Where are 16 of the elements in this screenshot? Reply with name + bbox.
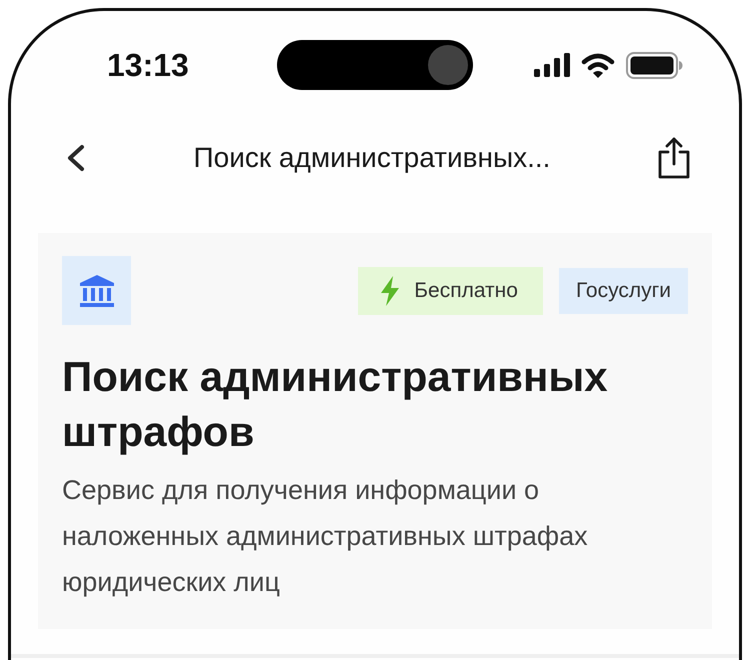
signal-icon xyxy=(534,53,570,77)
service-title: Поиск административных штрафов xyxy=(62,352,609,457)
wifi-icon xyxy=(581,52,615,78)
screen-title: Поиск административных... xyxy=(194,141,550,175)
badge-label: Бесплатно xyxy=(414,278,518,304)
status-time: 13:13 xyxy=(106,49,190,81)
battery-icon xyxy=(626,52,683,78)
chevron-left-icon xyxy=(65,144,86,172)
bank-icon xyxy=(80,274,114,306)
share-icon xyxy=(658,137,690,179)
provider-badge: Госуслуги xyxy=(558,268,688,314)
camera-lens-icon xyxy=(428,45,468,85)
service-description: Сервис для получения информации о наложенных административных штрафах юридических лиц xyxy=(62,474,589,599)
back-button[interactable] xyxy=(65,144,86,172)
share-button[interactable] xyxy=(658,137,690,179)
lightning-icon xyxy=(380,276,400,306)
